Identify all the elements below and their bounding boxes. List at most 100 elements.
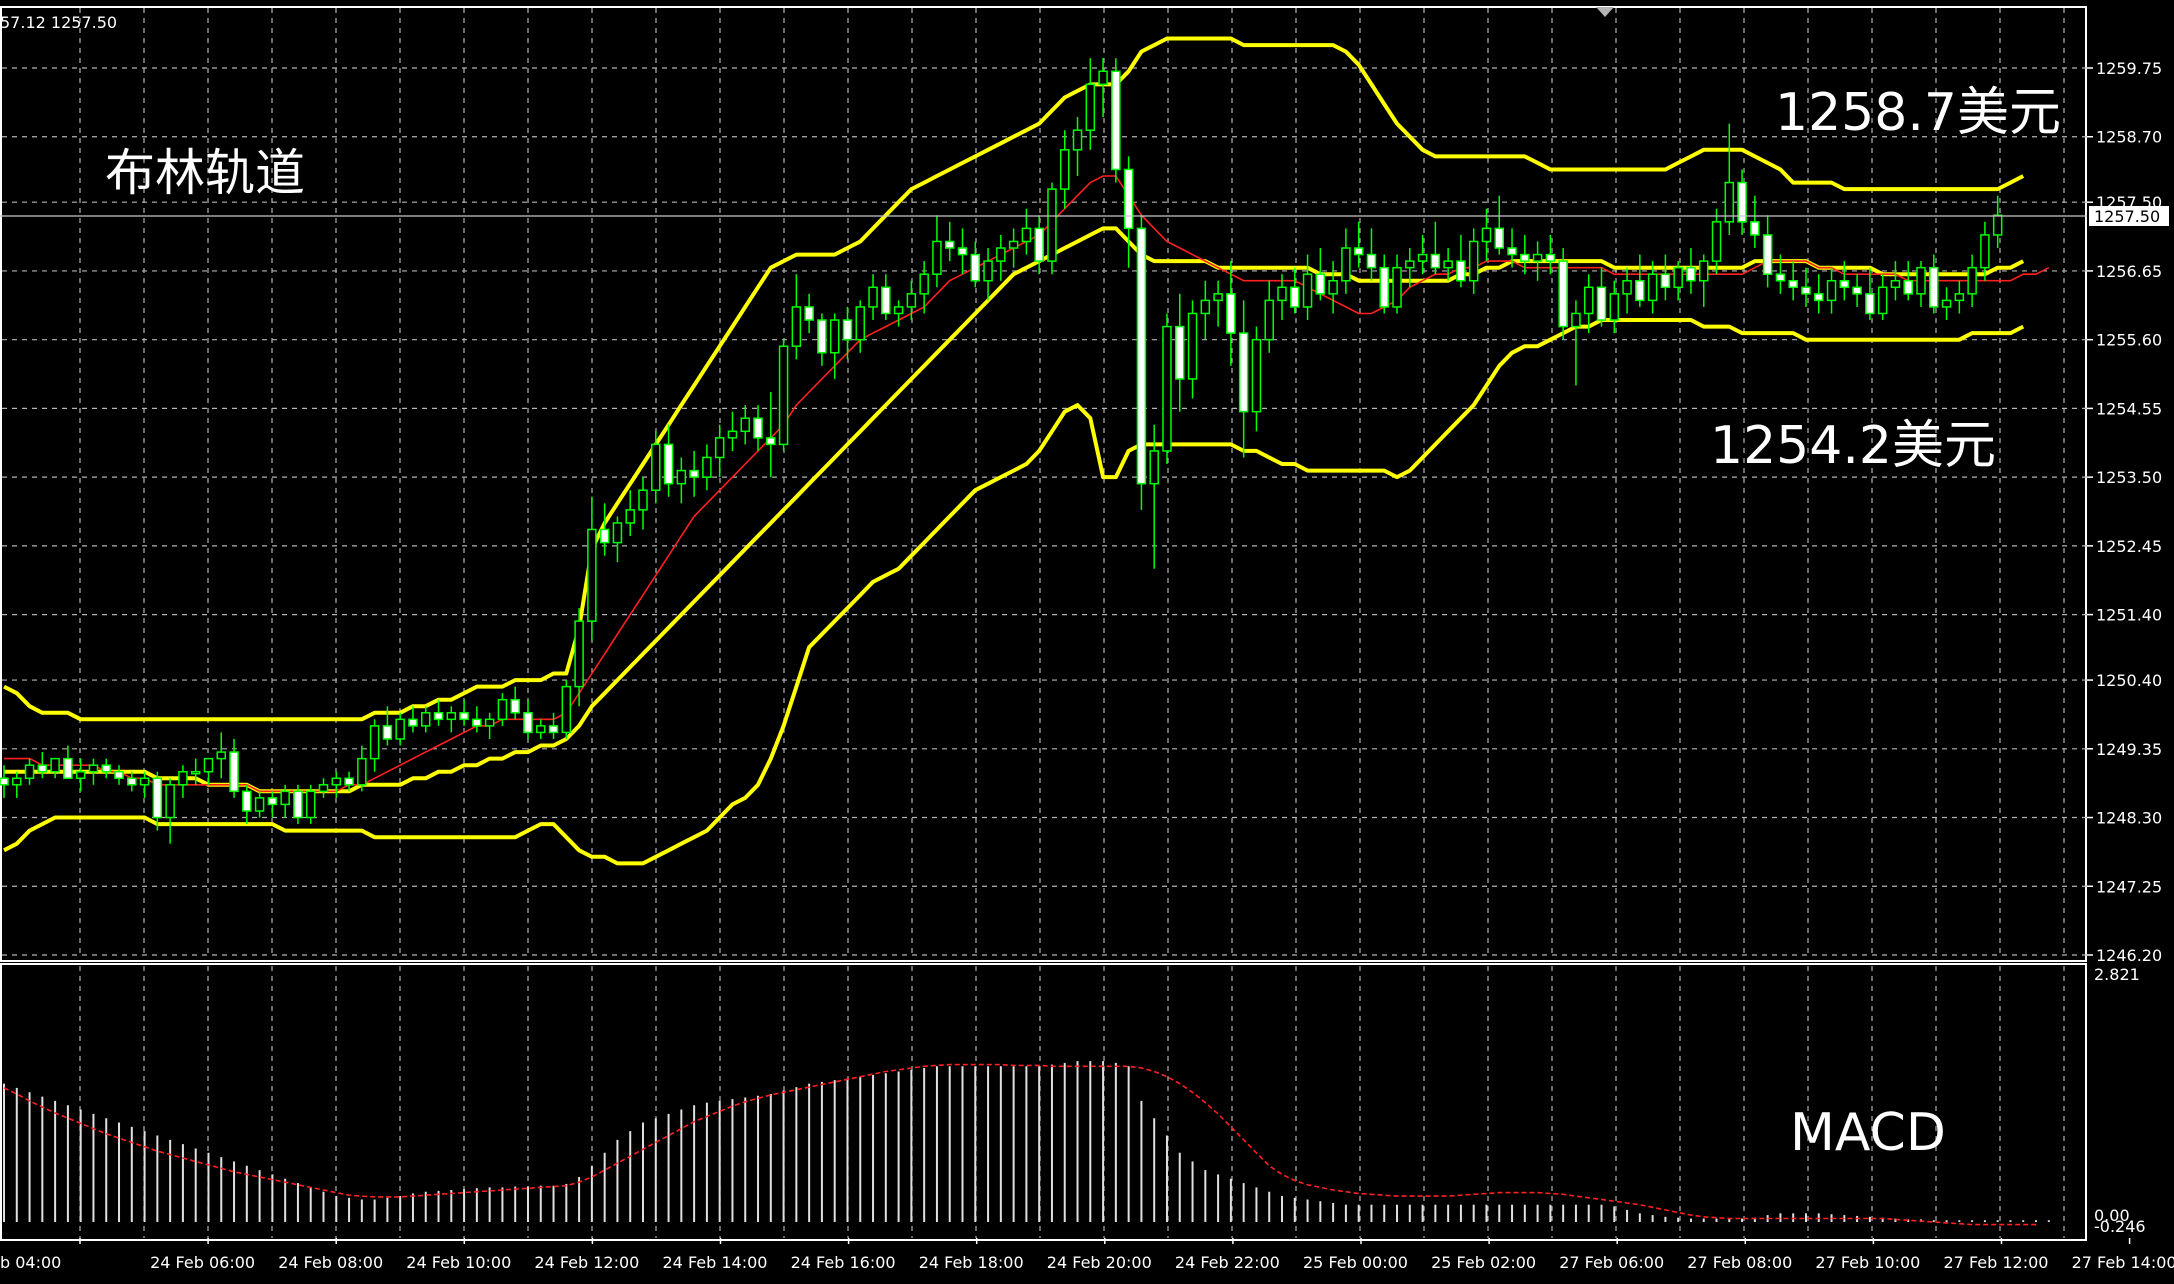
candle-body	[1315, 273, 1326, 295]
candle-body	[408, 718, 418, 727]
candle-body	[1494, 227, 1505, 249]
price-tick-label: 1246.20	[2096, 946, 2162, 965]
candle-body	[689, 469, 699, 478]
price-tick-label: 1254.55	[2096, 399, 2162, 418]
candle-body	[24, 764, 35, 780]
candle-body	[1801, 286, 1811, 295]
candle-body	[1302, 273, 1313, 308]
candle-body	[1021, 227, 1032, 243]
candle-body	[395, 718, 405, 740]
time-tick-label: 27 Feb 08:00	[1687, 1253, 1792, 1272]
candle-body	[1264, 299, 1274, 341]
candle-body	[1034, 227, 1044, 262]
candle-body	[344, 777, 354, 786]
candle	[561, 680, 572, 739]
candle	[1047, 182, 1057, 275]
candle-body	[1992, 214, 2003, 236]
candle-body	[587, 528, 597, 622]
candle-body	[1430, 253, 1441, 269]
candle-body	[1596, 286, 1607, 321]
candle-body	[983, 260, 993, 282]
candle-body	[152, 777, 163, 819]
candle-body	[919, 273, 929, 295]
candle-body	[1583, 286, 1594, 315]
candle-body	[472, 718, 482, 727]
candle-body	[1277, 286, 1287, 302]
candle-body	[420, 712, 431, 727]
candle-body	[254, 797, 265, 812]
candle-body	[331, 777, 342, 786]
candle-body	[1226, 293, 1236, 334]
candle-body	[0, 777, 9, 786]
time-tick-label: 24 Feb 22:00	[1175, 1253, 1280, 1272]
candle-body	[1047, 188, 1057, 262]
candle-body	[127, 777, 137, 786]
candle-body	[1520, 253, 1530, 262]
candle-body	[1788, 279, 1798, 289]
candle-body	[459, 712, 469, 721]
candle-body	[357, 757, 367, 786]
candle-body	[1072, 129, 1083, 151]
price-tick-label: 1249.35	[2096, 740, 2162, 759]
time-tick-label: 24 Feb 12:00	[534, 1253, 639, 1272]
candle-body	[63, 757, 73, 780]
candle-body	[868, 286, 878, 308]
candle-body	[1750, 221, 1760, 236]
candle-body	[829, 319, 840, 354]
candle-body	[446, 712, 457, 721]
candle-body	[1353, 247, 1364, 256]
candle-body	[1507, 247, 1517, 256]
candle-body	[1609, 293, 1620, 321]
candle-body	[1175, 325, 1185, 380]
candle-body	[1967, 266, 1977, 295]
time-tick-label: 24 Feb 16:00	[791, 1253, 896, 1272]
price-tick-label: 1258.70	[2096, 128, 2162, 147]
candle-body	[714, 437, 725, 459]
price-tick-label: 1250.40	[2096, 671, 2162, 690]
candle-body	[740, 417, 750, 433]
price-tick-label: 1247.25	[2096, 877, 2162, 896]
candle-body	[1392, 266, 1402, 308]
time-tick-label: 27 Feb 10:00	[1815, 1253, 1920, 1272]
price-tick-label: 1257.50	[2096, 193, 2162, 212]
candle-body	[37, 764, 48, 773]
candle	[1136, 215, 1147, 510]
candle-body	[1468, 240, 1479, 282]
candle-body	[203, 757, 214, 773]
candle-body	[842, 319, 853, 341]
time-tick-label: 24 Feb 14:00	[663, 1253, 768, 1272]
candle	[778, 339, 789, 451]
candle-body	[178, 770, 188, 786]
candle-body	[1673, 266, 1683, 289]
candle-body	[1954, 293, 1965, 302]
candle-body	[1098, 70, 1108, 86]
candle-body	[727, 430, 738, 439]
candle-body	[970, 253, 981, 282]
candle-body	[12, 777, 22, 786]
candle-body	[599, 528, 610, 544]
forex-chart: 1257.50 1259.751258.701257.501256.651255…	[0, 0, 2174, 1284]
candle	[293, 784, 303, 825]
candle-body	[1839, 279, 1850, 289]
macd-tick-label: -0.246	[2094, 1217, 2146, 1236]
candle	[1111, 58, 1121, 183]
candle-body	[75, 770, 86, 780]
candle-body	[1366, 253, 1377, 269]
time-tick-label: 25 Feb 00:00	[1303, 1253, 1408, 1272]
candle-body	[778, 345, 789, 446]
candle-body	[293, 790, 303, 819]
candle-body	[433, 712, 444, 721]
candle-body	[165, 784, 175, 819]
candle-body	[574, 620, 584, 688]
candle-body	[1456, 260, 1466, 282]
candle-body	[548, 725, 559, 734]
candle-body	[1238, 332, 1249, 413]
candle-body	[190, 770, 201, 775]
candle-body	[369, 725, 380, 760]
candle-body	[625, 509, 635, 524]
candle-body	[1290, 286, 1300, 308]
candle-body	[484, 718, 495, 727]
candle-body	[1775, 273, 1786, 282]
candle-body	[1929, 266, 1939, 308]
candle-body	[893, 306, 904, 315]
